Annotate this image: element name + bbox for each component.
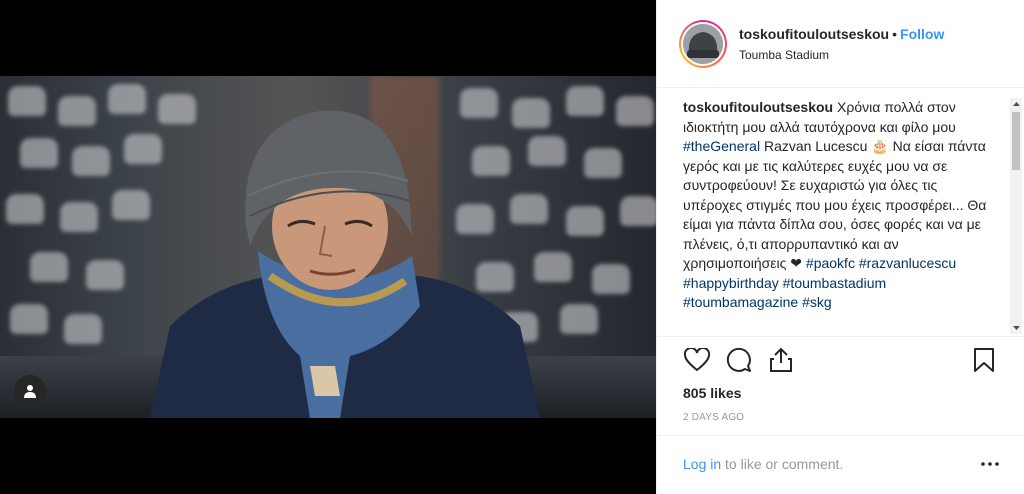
- like-button[interactable]: [681, 344, 713, 376]
- caption-text-2: Razvan Lucescu 🎂 Να είσαι πάντα γερός κα…: [683, 138, 987, 271]
- user-tag-button[interactable]: [14, 375, 46, 407]
- hashtag-skg[interactable]: #skg: [802, 294, 832, 310]
- comment-button[interactable]: [723, 344, 755, 376]
- location-link[interactable]: Toumba Stadium: [739, 48, 944, 62]
- login-divider: [657, 435, 1024, 436]
- share-icon: [770, 347, 792, 372]
- save-button[interactable]: [968, 344, 1000, 376]
- avatar-beanie-image: [683, 23, 723, 64]
- more-options-button[interactable]: [978, 454, 1002, 474]
- hashtag-paokfc[interactable]: #paokfc: [806, 255, 855, 271]
- hashtag-toumbamagazine[interactable]: #toumbamagazine: [683, 294, 798, 310]
- heart-icon: [684, 348, 710, 372]
- likes-count[interactable]: 805 likes: [683, 385, 741, 401]
- hashtag-thegeneral[interactable]: #theGeneral: [683, 138, 760, 154]
- login-link[interactable]: Log in: [683, 456, 721, 472]
- user-icon: [24, 385, 36, 398]
- login-prompt-text: to like or comment.: [721, 456, 844, 472]
- follow-separator: •: [892, 25, 898, 42]
- hashtag-happybirthday[interactable]: #happybirthday: [683, 275, 779, 291]
- actions-divider: [657, 336, 1024, 337]
- comment-icon: [726, 347, 751, 372]
- post-header: toskoufitouloutseskou • Follow Toumba Stad…: [657, 0, 1024, 88]
- post-media[interactable]: [0, 0, 656, 494]
- post-timestamp[interactable]: 2 DAYS AGO: [683, 412, 744, 423]
- scroll-down-arrow-icon[interactable]: [1010, 322, 1022, 334]
- follow-button[interactable]: Follow: [900, 26, 944, 42]
- bookmark-icon: [974, 348, 994, 372]
- hashtag-toumbastadium[interactable]: #toumbastadium: [783, 275, 887, 291]
- login-prompt: Log in to like or comment.: [683, 456, 843, 472]
- share-button[interactable]: [765, 344, 797, 376]
- post-caption: toskoufitouloutseskou Χρόνια πολλά στον …: [683, 98, 999, 336]
- caption-scrollbar[interactable]: [1010, 98, 1022, 334]
- profile-avatar[interactable]: [679, 19, 727, 68]
- man-in-beanie-illustration: [150, 110, 540, 418]
- post-side-panel: toskoufitouloutseskou • Follow Toumba Stad…: [656, 0, 1024, 494]
- header-username[interactable]: toskoufitouloutseskou: [739, 26, 889, 42]
- post-photo: [0, 76, 656, 418]
- post-actions: [681, 344, 1000, 376]
- caption-username[interactable]: toskoufitouloutseskou: [683, 99, 833, 115]
- hashtag-razvanlucescu[interactable]: #razvanlucescu: [859, 255, 956, 271]
- scrollbar-thumb[interactable]: [1012, 112, 1020, 170]
- scroll-up-arrow-icon[interactable]: [1010, 98, 1022, 110]
- more-icon: [981, 462, 999, 466]
